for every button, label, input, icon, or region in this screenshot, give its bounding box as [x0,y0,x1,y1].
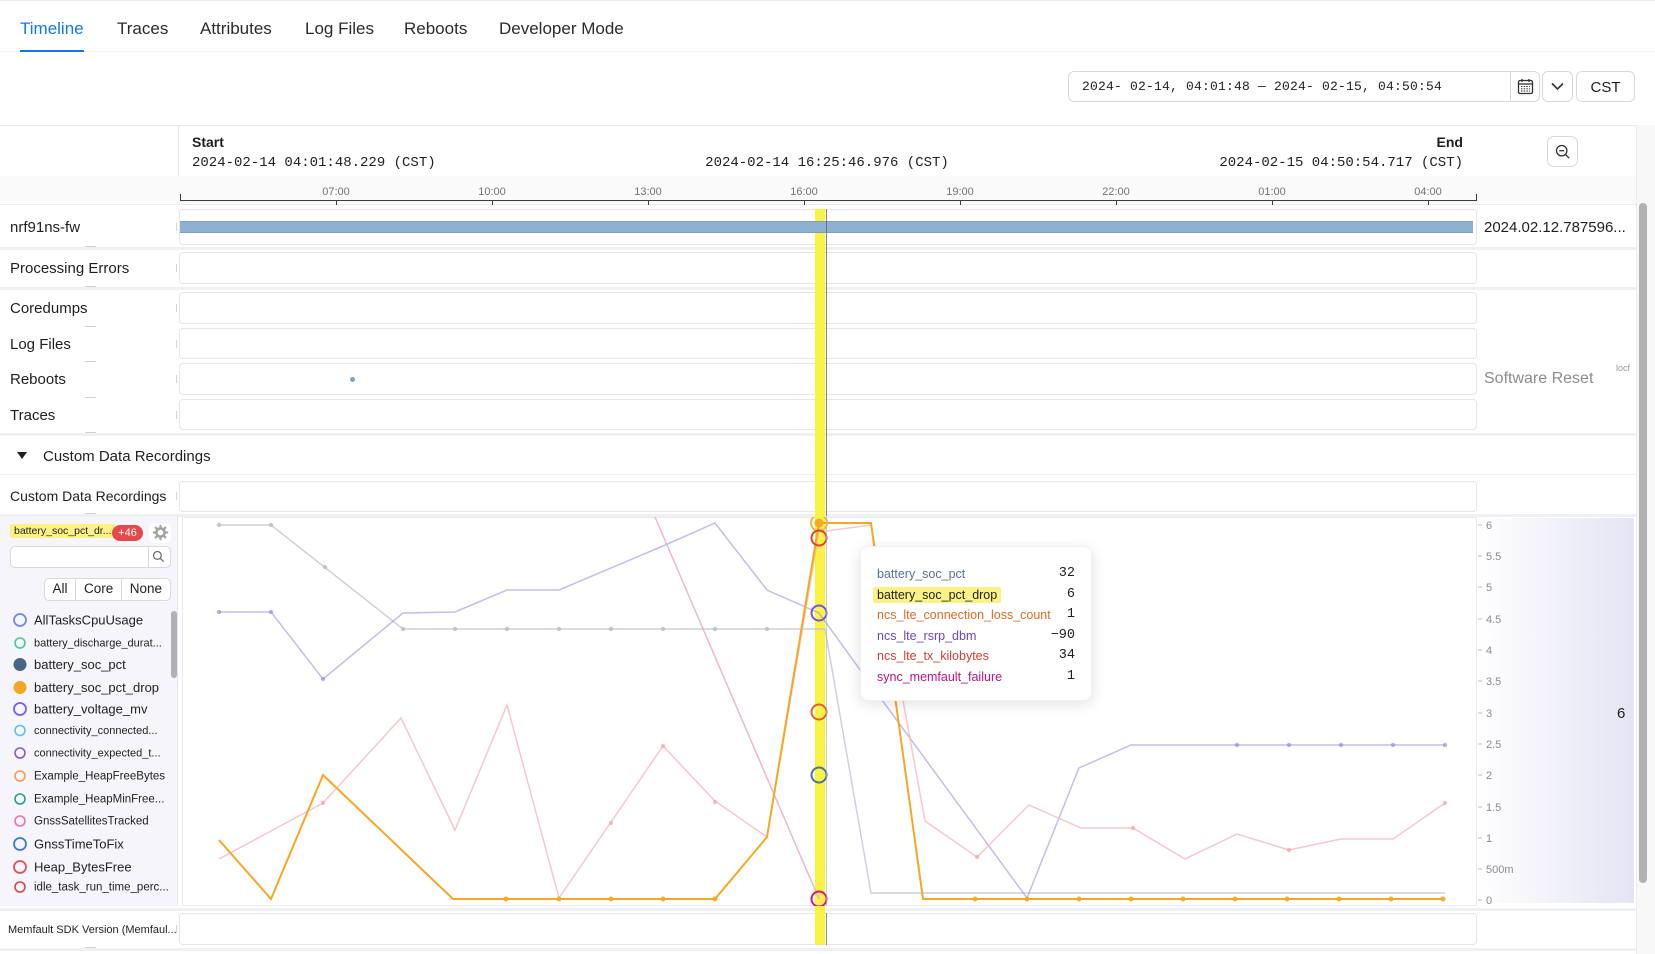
svg-text:1: 1 [1486,833,1492,845]
svg-text:GnssTimeToFix: GnssTimeToFix [34,837,124,852]
svg-text:22:00: 22:00 [1102,186,1130,198]
svg-text:2.5: 2.5 [1486,739,1501,751]
svg-text:battery_soc_pct_drop: battery_soc_pct_drop [34,680,159,695]
svg-text:500m: 500m [1486,864,1514,876]
svg-text:battery_discharge_durat...: battery_discharge_durat... [34,638,162,650]
svg-text:4.5: 4.5 [1486,614,1501,626]
svg-text:19:00: 19:00 [946,186,974,198]
svg-text:5.5: 5.5 [1486,551,1501,563]
svg-text:Heap_BytesFree: Heap_BytesFree [34,860,132,875]
svg-text:3.5: 3.5 [1486,676,1501,688]
svg-text:16:00: 16:00 [790,186,818,198]
svg-text:4: 4 [1486,645,1492,657]
svg-text:04:00: 04:00 [1414,186,1442,198]
svg-text:battery_voltage_mv: battery_voltage_mv [34,702,148,717]
svg-text:Example_HeapFreeBytes: Example_HeapFreeBytes [34,771,165,783]
svg-text:6: 6 [1617,705,1625,722]
svg-text:10:00: 10:00 [478,186,506,198]
svg-text:2: 2 [1486,770,1492,782]
svg-text:Example_HeapMinFree...: Example_HeapMinFree... [34,794,164,806]
svg-text:01:00: 01:00 [1258,186,1286,198]
svg-text:13:00: 13:00 [634,186,662,198]
svg-text:07:00: 07:00 [322,186,350,198]
svg-text:AllTasksCpuUsage: AllTasksCpuUsage [34,613,143,628]
svg-text:6: 6 [1486,520,1492,532]
svg-text:0: 0 [1486,895,1492,907]
svg-text:idle_task_run_time_perc...: idle_task_run_time_perc... [34,882,169,894]
svg-text:GnssSatellitesTracked: GnssSatellitesTracked [34,816,149,828]
svg-text:5: 5 [1486,582,1492,594]
svg-text:1.5: 1.5 [1486,802,1501,814]
svg-text:connectivity_connected...: connectivity_connected... [34,725,158,737]
svg-text:3: 3 [1486,708,1492,720]
svg-text:battery_soc_pct: battery_soc_pct [34,657,126,672]
svg-text:connectivity_expected_t...: connectivity_expected_t... [34,748,161,760]
